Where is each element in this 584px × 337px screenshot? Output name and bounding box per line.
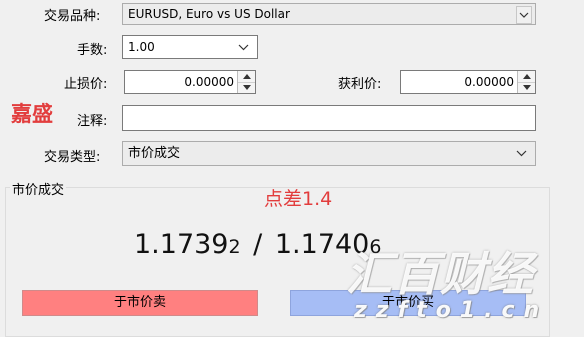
take-profit-decrement-button[interactable] [518, 82, 535, 93]
stop-loss-label: 止损价: [64, 77, 108, 92]
stop-loss-spinner[interactable] [124, 70, 256, 94]
price-separator: / [253, 229, 263, 260]
symbol-label: 交易品种: [44, 9, 101, 24]
chevron-down-icon [238, 36, 252, 56]
volume-value: 1.00 [128, 40, 155, 54]
take-profit-input[interactable] [401, 71, 518, 93]
symbol-value: EURUSD, Euro vs US Dollar [128, 7, 290, 21]
bid-price: 1.1739 [134, 229, 229, 260]
arrow-down-icon [242, 85, 251, 90]
sell-at-market-button[interactable]: 于市价卖 [22, 290, 258, 316]
spread-annotation: 点差1.4 [264, 188, 333, 210]
take-profit-spinner[interactable] [400, 70, 536, 94]
volume-dropdown[interactable]: 1.00 [122, 35, 258, 59]
chevron-down-icon [516, 142, 530, 162]
market-group-title: 市价成交 [10, 179, 67, 198]
symbol-dropdown[interactable]: EURUSD, Euro vs US Dollar [122, 3, 536, 25]
comment-input[interactable] [123, 106, 537, 128]
comment-field[interactable] [122, 105, 537, 131]
order-type-dropdown[interactable]: 市价成交 [122, 141, 536, 166]
buy-button-label: 于市价买 [381, 295, 434, 310]
brand-annotation: 嘉盛 [11, 102, 53, 126]
volume-label: 手数: [77, 43, 108, 58]
arrow-up-icon [242, 74, 251, 79]
order-type-label: 交易类型: [44, 150, 101, 165]
ask-price-fraction: 6 [369, 236, 382, 258]
stop-loss-decrement-button[interactable] [238, 82, 255, 93]
ask-price: 1.1740 [274, 229, 370, 260]
chevron-down-icon [516, 6, 532, 24]
arrow-up-icon [522, 74, 531, 79]
sell-button-label: 于市价卖 [113, 295, 166, 310]
price-display: 1.17392 / 1.17406 [134, 229, 381, 260]
comment-label: 注释: [77, 114, 108, 129]
order-type-value: 市价成交 [128, 146, 181, 161]
take-profit-label: 获利价: [338, 77, 382, 92]
buy-at-market-button[interactable]: 于市价买 [290, 290, 526, 316]
arrow-down-icon [522, 85, 531, 90]
bid-price-fraction: 2 [228, 236, 241, 258]
stop-loss-input[interactable] [125, 71, 238, 93]
